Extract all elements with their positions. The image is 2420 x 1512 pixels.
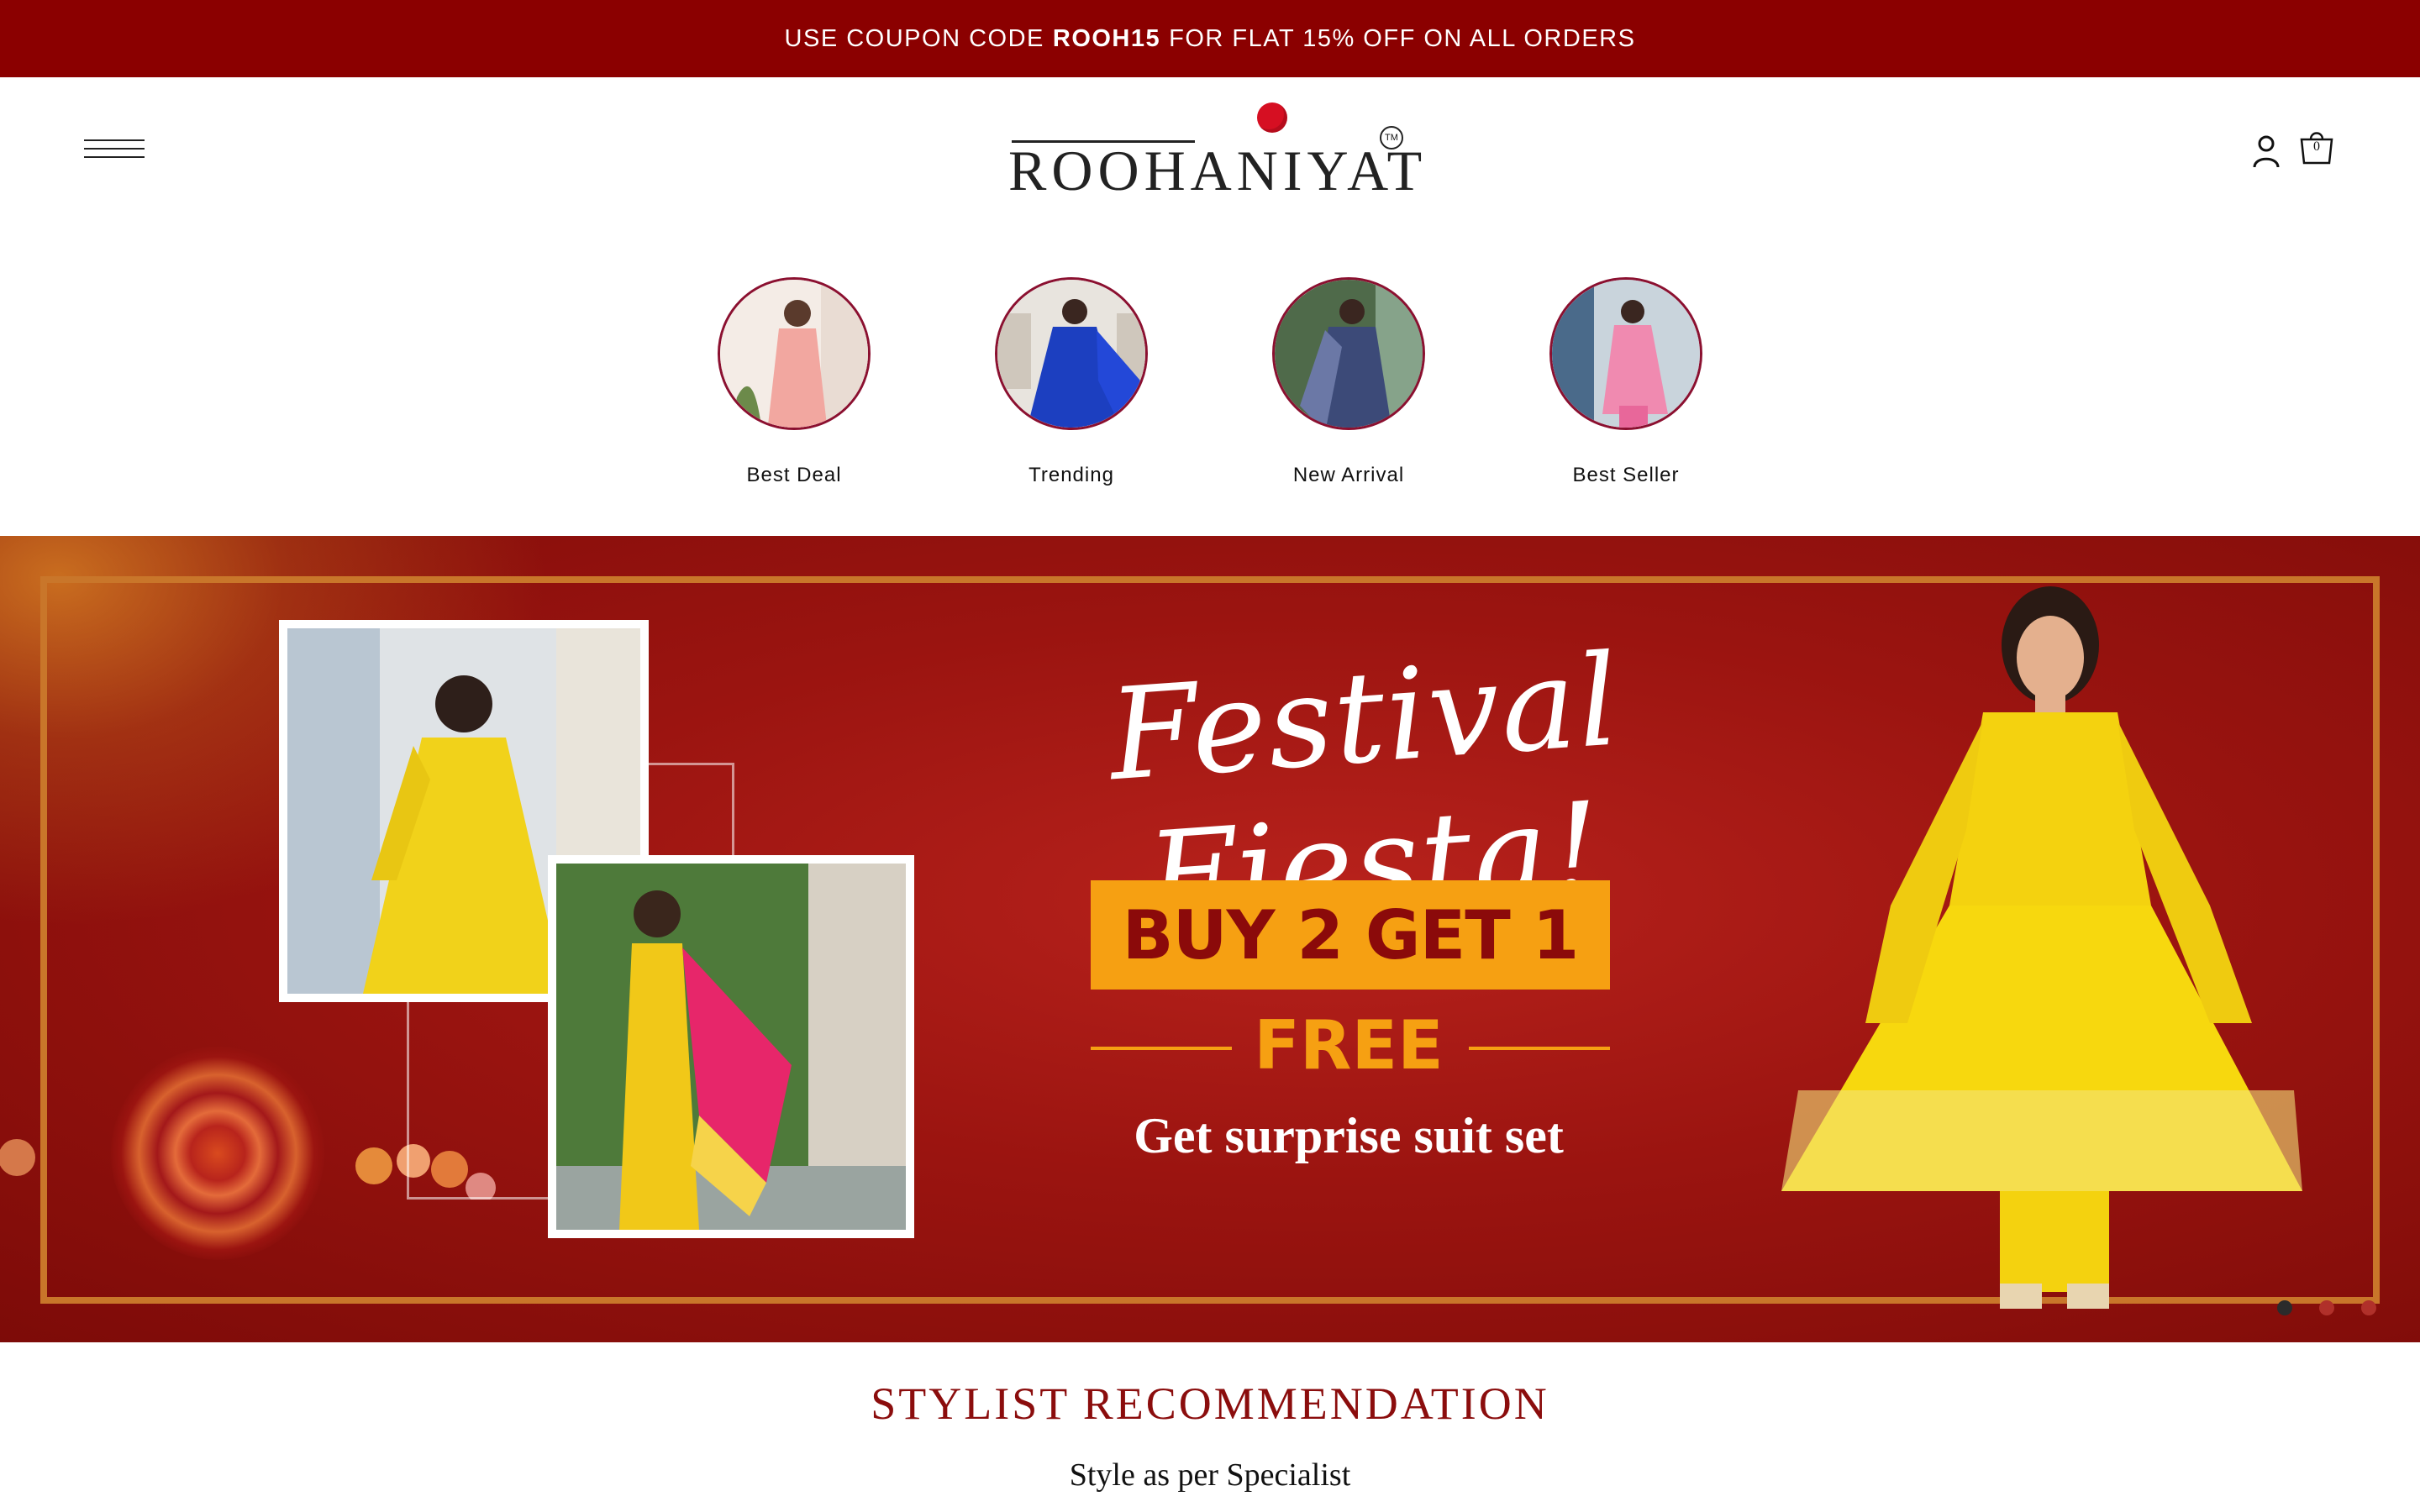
announcement-bar: USE COUPON CODE ROOH15 FOR FLAT 15% OFF … bbox=[0, 0, 2420, 77]
category-best-seller[interactable]: Best Seller bbox=[1497, 270, 1702, 497]
user-icon[interactable] bbox=[2252, 134, 2281, 168]
carousel-dot[interactable] bbox=[2361, 1300, 2376, 1315]
category-label: Best Deal bbox=[746, 464, 842, 486]
banner-model-image bbox=[1781, 586, 2302, 1309]
logo-red-dot bbox=[1257, 102, 1287, 133]
category-strip: Best Deal Trending New Arrival Best Sell… bbox=[0, 270, 2420, 497]
cart-count: 0 bbox=[2313, 139, 2320, 154]
offer-badge: BUY 2 GET 1 bbox=[1091, 880, 1610, 990]
logo-text: ROOHANIYAT bbox=[1008, 139, 1428, 202]
coupon-code: ROOH15 bbox=[1052, 24, 1161, 52]
hero-banner[interactable]: Festival Fiesta! BUY 2 GET 1 FREE Get su… bbox=[0, 536, 2420, 1342]
shopping-bag-icon[interactable]: 0 bbox=[2297, 128, 2336, 166]
offer-free-text: FREE bbox=[1254, 1006, 1444, 1084]
category-label: Trending bbox=[1028, 464, 1114, 486]
category-image bbox=[1549, 277, 1702, 430]
brand-logo[interactable]: ROOHANIYAT TM bbox=[1008, 102, 1422, 202]
free-divider-right bbox=[1469, 1047, 1610, 1050]
category-label: New Arrival bbox=[1292, 464, 1405, 486]
banner-photo-left-bottom bbox=[548, 855, 914, 1238]
trademark-mark: TM bbox=[1380, 126, 1403, 150]
section-title: STYLIST RECOMMENDATION bbox=[871, 1378, 1549, 1429]
banner-tagline: Get surprise suit set bbox=[1134, 1108, 1564, 1163]
carousel-dots bbox=[2277, 1300, 2378, 1317]
section-subtitle: Style as per Specialist bbox=[1069, 1457, 1351, 1493]
announcement-prefix: USE COUPON CODE bbox=[784, 24, 1044, 52]
site-header: ROOHANIYAT TM 0 bbox=[0, 77, 2420, 228]
category-image bbox=[718, 277, 871, 430]
category-label: Best Seller bbox=[1572, 464, 1680, 486]
announcement-suffix: FOR FLAT 15% OFF ON ALL ORDERS bbox=[1169, 24, 1636, 52]
carousel-dot[interactable] bbox=[2319, 1300, 2334, 1315]
category-new-arrival[interactable]: New Arrival bbox=[1220, 270, 1425, 497]
carousel-dot-active[interactable] bbox=[2277, 1300, 2292, 1315]
category-trending[interactable]: Trending bbox=[943, 270, 1148, 497]
category-image bbox=[995, 277, 1148, 430]
category-image bbox=[1272, 277, 1425, 430]
category-best-deal[interactable]: Best Deal bbox=[666, 270, 871, 497]
hamburger-menu-icon[interactable] bbox=[84, 136, 145, 161]
